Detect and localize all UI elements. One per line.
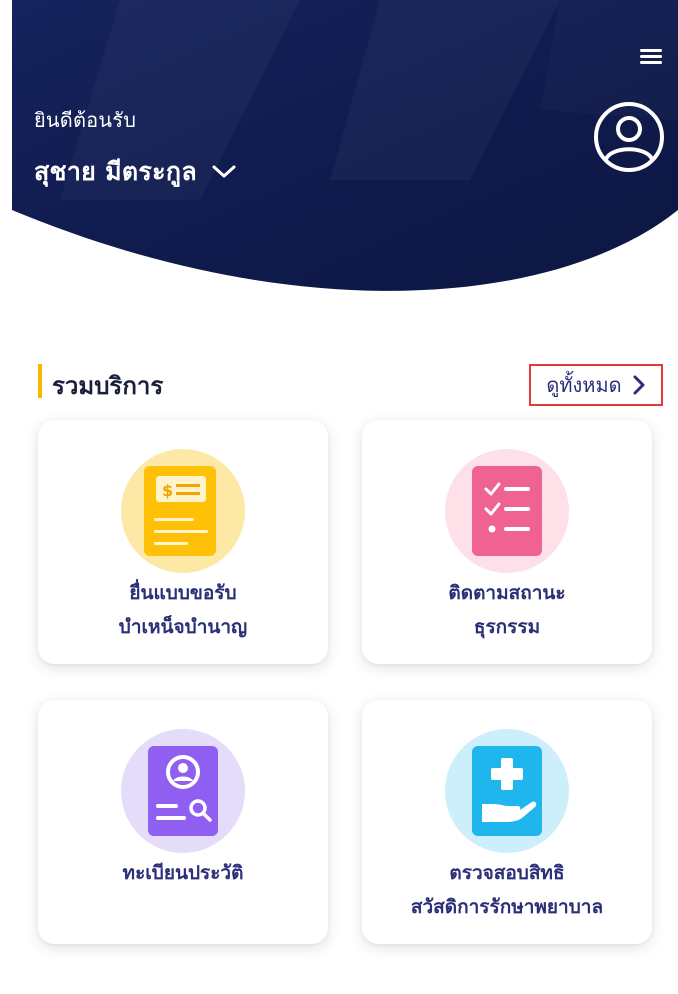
svg-text:$: $ [162,481,173,500]
service-card-label-line1: ตรวจสอบสิทธิ [449,862,565,884]
service-card-label-line1: ทะเบียนประวัติ [122,862,244,884]
greeting-label: ยินดีต้อนรับ [34,108,137,132]
service-card-label-line2: บำเหน็จบำนาญ [118,616,248,638]
header: ยินดีต้อนรับ สุชาย มีตระกูล [0,0,678,310]
service-card-label-line2: สวัสดิการรักษาพยาบาล [410,896,604,918]
services-section-header: รวมบริการ ดูทั้งหมด [38,360,668,406]
service-card-label-line1: ติดตามสถานะ [448,582,566,604]
service-card-pension-form[interactable]: $ ยื่นแบบขอรับ บำเหน็จบำนาญ [38,420,328,664]
hamburger-menu-icon[interactable] [638,44,666,70]
service-card-label-line1: ยื่นแบบขอรับ [129,582,237,604]
checklist-icon [445,449,569,573]
chevron-right-icon [633,375,645,395]
view-all-button[interactable]: ดูทั้งหมด [529,364,663,406]
service-card-label-line2: ธุรกรรม [473,616,541,638]
service-card-profile-record[interactable]: ทะเบียนประวัติ [38,700,328,944]
service-card-track-status[interactable]: ติดตามสถานะ ธุรกรรม [362,420,652,664]
service-card-medical-welfare[interactable]: ตรวจสอบสิทธิ สวัสดิการรักษาพยาบาล [362,700,652,944]
user-name: สุชาย มีตระกูล [34,157,197,186]
user-switcher[interactable]: สุชาย มีตระกูล [34,152,237,192]
pension-form-icon: $ [121,449,245,573]
profile-record-search-icon [121,729,245,853]
user-profile-icon[interactable] [592,100,666,174]
chevron-down-icon [212,165,236,178]
medical-welfare-icon [445,729,569,853]
section-title: รวมบริการ [52,372,164,400]
view-all-label: ดูทั้งหมด [546,373,622,397]
section-accent-bar [38,364,42,398]
